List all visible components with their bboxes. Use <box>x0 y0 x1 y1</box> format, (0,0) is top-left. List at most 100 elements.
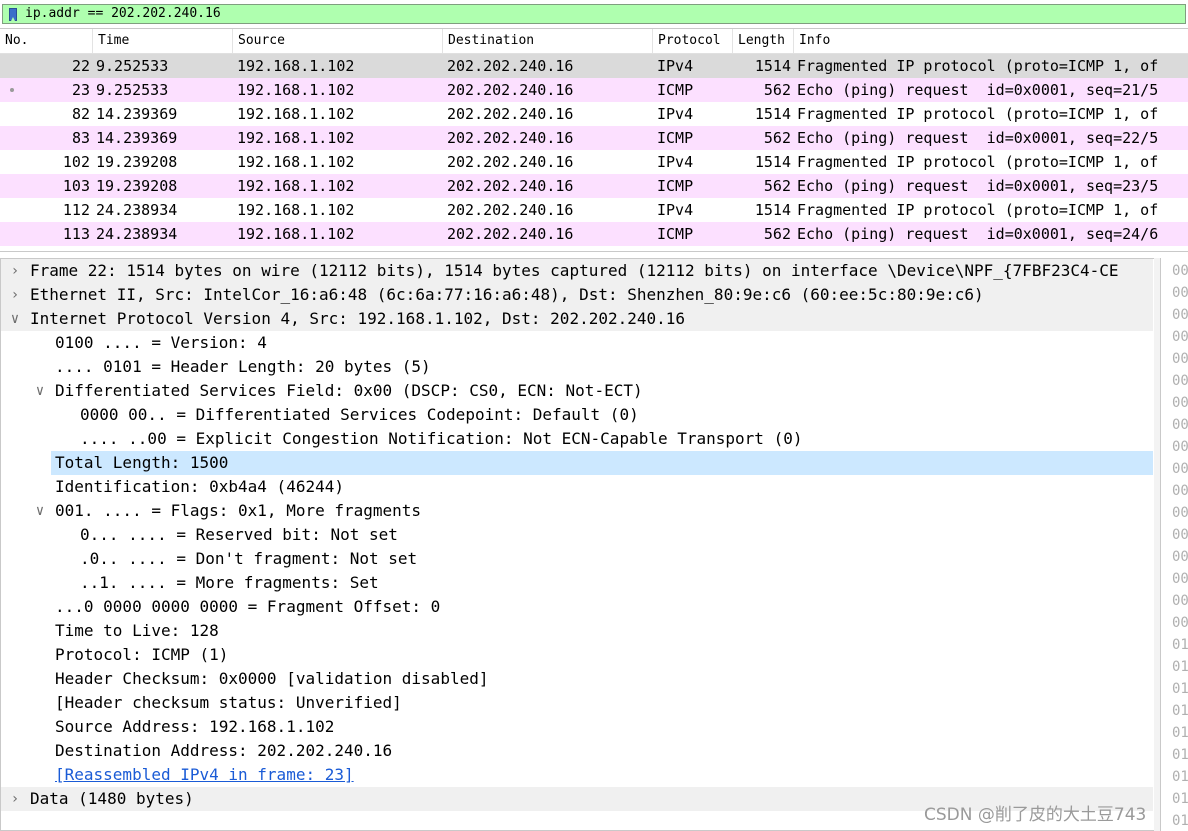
cell-source: 192.168.1.102 <box>237 201 355 219</box>
detail-tree-item[interactable]: 0100 .... = Version: 4 <box>1 331 1153 355</box>
byte-offset: 00 <box>1172 417 1188 433</box>
detail-tree-item[interactable]: ∨ Differentiated Services Field: 0x00 (DS… <box>1 379 1153 403</box>
detail-tree-item[interactable]: › Frame 22: 1514 bytes on wire (12112 bit… <box>1 259 1153 283</box>
packet-row[interactable]: 113 24.238934 192.168.1.102 202.202.240.16 I… <box>0 222 1188 246</box>
byte-offset: 01 <box>1172 637 1188 653</box>
detail-tree-item[interactable]: › Ethernet II, Src: IntelCor_16:a6:48 (6c… <box>1 283 1153 307</box>
detail-text: Ethernet II, Src: IntelCor_16:a6:48 (6c:… <box>30 285 984 304</box>
cell-no: 22 <box>71 57 90 75</box>
packet-list[interactable]: No. Time Source Destination Protocol Len… <box>0 28 1188 252</box>
detail-tree-item[interactable]: Header Checksum: 0x0000 [validation disa… <box>1 667 1153 691</box>
display-filter-input[interactable]: ip.addr == 202.202.240.16 <box>2 4 1186 24</box>
cell-info: Fragmented IP protocol (proto=ICMP 1, of <box>797 201 1159 219</box>
packet-row[interactable]: 82 14.239369 192.168.1.102 202.202.240.16 IP… <box>0 102 1188 126</box>
detail-tree-item[interactable]: 0... .... = Reserved bit: Not set <box>1 523 1153 547</box>
byte-offset: 01 <box>1172 769 1188 785</box>
detail-text: Source Address: 192.168.1.102 <box>55 717 335 736</box>
packet-details-pane[interactable]: › Frame 22: 1514 bytes on wire (12112 bit… <box>0 258 1154 831</box>
detail-tree-item[interactable]: .0.. .... = Don't fragment: Not set <box>1 547 1153 571</box>
byte-offset: 01 <box>1172 791 1188 807</box>
cell-time: 14.239369 <box>96 129 178 147</box>
column-header-no[interactable]: No. <box>0 29 93 53</box>
detail-tree-item[interactable]: [Header checksum status: Unverified] <box>1 691 1153 715</box>
cell-info: Fragmented IP protocol (proto=ICMP 1, of <box>797 105 1159 123</box>
cell-no: 82 <box>71 105 90 123</box>
packet-row[interactable]: 23 9.252533 192.168.1.102 202.202.240.16 ICM… <box>0 78 1188 102</box>
detail-tree-item[interactable]: Source Address: 192.168.1.102 <box>1 715 1153 739</box>
detail-tree-item[interactable]: .... ..00 = Explicit Congestion Notifica… <box>1 427 1153 451</box>
detail-text: ..1. .... = More fragments: Set <box>80 573 379 592</box>
detail-text: Differentiated Services Field: 0x00 (DSC… <box>55 381 643 400</box>
collapse-arrow-icon[interactable]: › <box>8 259 22 283</box>
detail-tree-item[interactable]: Identification: 0xb4a4 (46244) <box>1 475 1153 499</box>
cell-no: 103 <box>62 177 90 195</box>
display-filter-bar: ip.addr == 202.202.240.16 <box>0 4 1188 26</box>
detail-text: Total Length: 1500 <box>55 453 229 472</box>
packet-row[interactable]: 22 9.252533 192.168.1.102 202.202.240.16 IPv… <box>0 54 1188 78</box>
expand-arrow-icon[interactable]: ∨ <box>33 379 47 403</box>
packet-row[interactable]: 103 19.239208 192.168.1.102 202.202.240.16 I… <box>0 174 1188 198</box>
cell-protocol: ICMP <box>657 177 694 195</box>
detail-text: 0000 00.. = Differentiated Services Code… <box>80 405 639 424</box>
packet-row[interactable]: 112 24.238934 192.168.1.102 202.202.240.16 I… <box>0 198 1188 222</box>
filter-text: ip.addr == 202.202.240.16 <box>25 6 221 21</box>
cell-info: Echo (ping) request id=0x0001, seq=24/6 <box>797 225 1159 243</box>
detail-tree-item[interactable]: [Reassembled IPv4 in frame: 23] <box>1 763 1153 787</box>
byte-offset: 00 <box>1172 395 1188 411</box>
detail-tree-item[interactable]: Time to Live: 128 <box>1 619 1153 643</box>
detail-tree-item[interactable]: ..1. .... = More fragments: Set <box>1 571 1153 595</box>
cell-destination: 202.202.240.16 <box>447 177 574 195</box>
cell-length: 562 <box>763 129 791 147</box>
collapse-arrow-icon[interactable]: › <box>8 787 22 811</box>
cell-protocol: IPv4 <box>657 201 694 219</box>
column-header-length[interactable]: Length <box>733 29 794 53</box>
reassembled-frame-link[interactable]: [Reassembled IPv4 in frame: 23] <box>55 763 354 787</box>
column-header-protocol[interactable]: Protocol <box>653 29 733 53</box>
cell-time: 14.239369 <box>96 105 178 123</box>
packet-list-header: No. Time Source Destination Protocol Len… <box>0 29 1188 54</box>
expand-arrow-icon[interactable]: ∨ <box>8 307 22 331</box>
byte-offset: 00 <box>1172 571 1188 587</box>
detail-tree-item[interactable]: 0000 00.. = Differentiated Services Code… <box>1 403 1153 427</box>
packet-row[interactable]: 83 14.239369 192.168.1.102 202.202.240.16 IC… <box>0 126 1188 150</box>
cell-protocol: ICMP <box>657 225 694 243</box>
cell-length: 1514 <box>754 153 791 171</box>
detail-tree-item[interactable]: Protocol: ICMP (1) <box>1 643 1153 667</box>
packet-row[interactable]: 102 19.239208 192.168.1.102 202.202.240.16 I… <box>0 150 1188 174</box>
detail-text: Protocol: ICMP (1) <box>55 645 229 664</box>
detail-tree-item[interactable]: ∨ Internet Protocol Version 4, Src: 192.1… <box>1 307 1153 331</box>
detail-tree-item[interactable]: ...0 0000 0000 0000 = Fragment Offset: 0 <box>1 595 1153 619</box>
detail-tree-item[interactable]: Destination Address: 202.202.240.16 <box>1 739 1153 763</box>
detail-text: Time to Live: 128 <box>55 621 219 640</box>
column-header-source[interactable]: Source <box>233 29 443 53</box>
detail-text: 0100 .... = Version: 4 <box>55 333 267 352</box>
cell-source: 192.168.1.102 <box>237 225 355 243</box>
detail-tree-item[interactable]: ∨ 001. .... = Flags: 0x1, More fragments <box>1 499 1153 523</box>
expand-arrow-icon[interactable]: ∨ <box>33 499 47 523</box>
byte-offset: 00 <box>1172 483 1188 499</box>
column-header-info[interactable]: Info <box>794 29 1188 53</box>
cell-no: 83 <box>71 129 90 147</box>
detail-text: .... ..00 = Explicit Congestion Notifica… <box>80 429 803 448</box>
byte-offset: 01 <box>1172 725 1188 741</box>
byte-offset: 00 <box>1172 351 1188 367</box>
packet-bytes-pane[interactable]: 00 00 00 00 00 00 00 00 00 00 00 00 00 00 00 00 00 01 01 01… <box>1160 258 1188 831</box>
detail-text: 0... .... = Reserved bit: Not set <box>80 525 398 544</box>
cell-protocol: IPv4 <box>657 153 694 171</box>
cell-destination: 202.202.240.16 <box>447 105 574 123</box>
detail-text: .0.. .... = Don't fragment: Not set <box>80 549 418 568</box>
cell-info: Echo (ping) request id=0x0001, seq=21/5 <box>797 81 1159 99</box>
byte-offset: 00 <box>1172 307 1188 323</box>
column-header-destination[interactable]: Destination <box>443 29 653 53</box>
byte-offset: 00 <box>1172 263 1188 279</box>
cell-time: 24.238934 <box>96 201 178 219</box>
detail-text: Data (1480 bytes) <box>30 789 194 808</box>
cell-protocol: ICMP <box>657 81 694 99</box>
collapse-arrow-icon[interactable]: › <box>8 283 22 307</box>
detail-tree-item[interactable]: .... 0101 = Header Length: 20 bytes (5) <box>1 355 1153 379</box>
detail-tree-item[interactable]: Total Length: 1500 <box>51 451 1153 475</box>
column-header-time[interactable]: Time <box>93 29 233 53</box>
byte-offset: 01 <box>1172 681 1188 697</box>
byte-offset: 00 <box>1172 549 1188 565</box>
bookmark-icon[interactable] <box>9 8 17 21</box>
